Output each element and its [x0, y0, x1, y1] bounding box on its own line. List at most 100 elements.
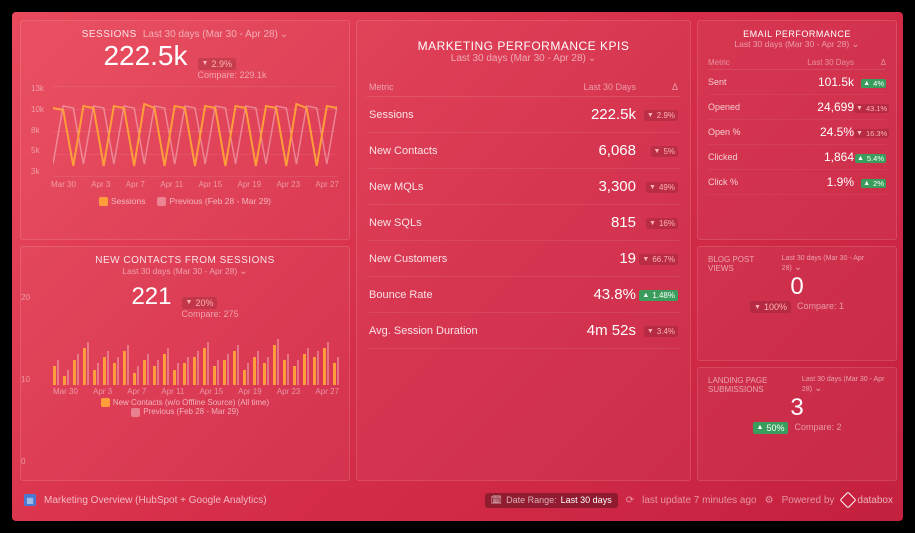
contacts-y-axis: 20100 — [21, 293, 41, 466]
bar-current — [133, 373, 136, 385]
landing-compare: Compare: 2 — [794, 422, 841, 434]
bar-previous — [67, 370, 70, 386]
legend-sessions[interactable]: Sessions — [99, 196, 146, 206]
bar-previous — [337, 357, 340, 385]
last-update: last update 7 minutes ago — [642, 495, 757, 506]
databox-logo[interactable]: databox — [842, 494, 893, 506]
bar-previous — [97, 363, 100, 385]
bar-pair — [213, 360, 219, 385]
kpi-delta: 2.9% — [644, 110, 678, 121]
blog-delta: 100% — [750, 301, 791, 313]
contacts-value: 221 — [131, 283, 171, 311]
bar-previous — [177, 363, 180, 385]
bar-current — [223, 360, 226, 385]
bar-pair — [163, 348, 169, 385]
email-metric: Click % — [708, 177, 781, 187]
contacts-x-axis: Mar 30Apr 3Apr 7Apr 11Apr 15Apr 19Apr 23… — [53, 387, 339, 396]
landing-title: LANDING PAGE SUBMISSIONS — [708, 376, 802, 394]
bar-pair — [243, 363, 249, 385]
refresh-icon[interactable]: ⟳ — [626, 495, 634, 506]
email-body: Sent101.5k4%Opened24,69943.1%Open %24.5%… — [708, 70, 886, 195]
kpi-value: 43.8% — [520, 286, 636, 303]
bar-current — [53, 366, 56, 385]
bar-previous — [77, 354, 80, 385]
bar-pair — [303, 348, 309, 385]
email-row: Click %1.9%2% — [708, 170, 886, 195]
legend-contacts[interactable]: New Contacts (w/o Offline Source) (All t… — [101, 398, 269, 407]
email-row: Sent101.5k4% — [708, 70, 886, 95]
bar-current — [233, 351, 236, 385]
date-range-button[interactable]: 🗓 Date Range: Last 30 days — [485, 493, 618, 508]
legend-contacts-prev[interactable]: Previous (Feb 28 - Mar 29) — [131, 407, 239, 416]
email-metric: Clicked — [708, 152, 781, 162]
bar-current — [243, 370, 246, 386]
dashboard-screen: SESSIONS Last 30 days (Mar 30 - Apr 28) … — [12, 12, 903, 521]
sessions-x-axis: Mar 30Apr 3Apr 7Apr 11Apr 15Apr 19Apr 23… — [51, 180, 339, 194]
bar-pair — [263, 357, 269, 385]
bar-pair — [153, 360, 159, 385]
bar-previous — [147, 354, 150, 385]
bar-current — [73, 360, 76, 385]
bar-pair — [113, 357, 119, 385]
kpi-metric: Avg. Session Duration — [369, 325, 520, 337]
bar-previous — [307, 348, 310, 385]
bar-current — [283, 360, 286, 385]
contacts-range-dropdown[interactable]: Last 30 days (Mar 30 - Apr 28) — [31, 266, 339, 277]
email-value: 24,699 — [781, 100, 854, 114]
bar-previous — [167, 348, 170, 385]
kpi-row: New SQLs81516% — [367, 205, 680, 241]
bar-pair — [103, 351, 109, 385]
bar-current — [313, 357, 316, 385]
kpis-title: MARKETING PERFORMANCE KPIS — [367, 39, 680, 53]
email-range-dropdown[interactable]: Last 30 days (Mar 30 - Apr 28) — [708, 39, 886, 50]
bar-pair — [333, 357, 339, 385]
bar-previous — [107, 351, 110, 385]
contacts-compare: Compare: 275 — [182, 309, 239, 319]
bar-previous — [287, 354, 290, 385]
bar-pair — [203, 342, 209, 385]
sessions-value: 222.5k — [103, 40, 187, 72]
bar-pair — [283, 354, 289, 385]
kpis-body: Sessions222.5k2.9%New Contacts6,0685%New… — [367, 97, 680, 349]
bar-current — [263, 363, 266, 385]
bar-previous — [277, 339, 280, 386]
settings-icon[interactable]: ⚙ — [765, 495, 774, 506]
email-value: 1.9% — [781, 175, 854, 189]
blog-range-dropdown[interactable]: Last 30 days (Mar 30 - Apr 28) — [782, 255, 886, 273]
sessions-chart: 13k10k8k5k3k Mar 30Apr 3Apr 7Apr 11Apr 1… — [31, 84, 339, 194]
sessions-title: SESSIONS — [82, 29, 137, 40]
footer: ▦ Marketing Overview (HubSpot + Google A… — [20, 487, 897, 513]
legend-previous[interactable]: Previous (Feb 28 - Mar 29) — [157, 196, 271, 206]
bar-pair — [133, 366, 139, 385]
kpis-range-dropdown[interactable]: Last 30 days (Mar 30 - Apr 28) — [367, 53, 680, 64]
email-row: Open %24.5%16.3% — [708, 120, 886, 145]
bar-previous — [187, 357, 190, 385]
kpi-delta: 1.48% — [639, 290, 678, 301]
email-header: MetricLast 30 DaysΔ — [708, 56, 886, 70]
bar-pair — [253, 351, 259, 385]
kpi-metric: New SQLs — [369, 217, 520, 229]
bar-previous — [197, 351, 200, 385]
sessions-range-dropdown[interactable]: Last 30 days (Mar 30 - Apr 28) — [143, 29, 288, 40]
bar-previous — [227, 354, 230, 385]
bar-pair — [233, 345, 239, 385]
kpi-metric: New MQLs — [369, 181, 520, 193]
kpi-row: Avg. Session Duration4m 52s3.4% — [367, 313, 680, 349]
bar-previous — [207, 342, 210, 385]
logo-icon — [840, 492, 857, 509]
bar-previous — [317, 351, 320, 385]
dashboard-icon[interactable]: ▦ — [24, 494, 36, 506]
bar-pair — [223, 354, 229, 385]
kpi-delta: 16% — [646, 218, 678, 229]
bar-current — [163, 354, 166, 385]
email-delta: 43.1% — [854, 104, 889, 113]
kpi-metric: Bounce Rate — [369, 289, 520, 301]
bar-pair — [273, 339, 279, 386]
email-title: EMAIL PERFORMANCE — [708, 29, 886, 39]
bar-current — [273, 345, 276, 385]
landing-range-dropdown[interactable]: Last 30 days (Mar 30 - Apr 28) — [802, 376, 886, 394]
bar-previous — [157, 360, 160, 385]
sessions-panel: SESSIONS Last 30 days (Mar 30 - Apr 28) … — [20, 20, 350, 240]
bar-current — [333, 363, 336, 385]
blog-title: BLOG POST VIEWS — [708, 255, 782, 273]
